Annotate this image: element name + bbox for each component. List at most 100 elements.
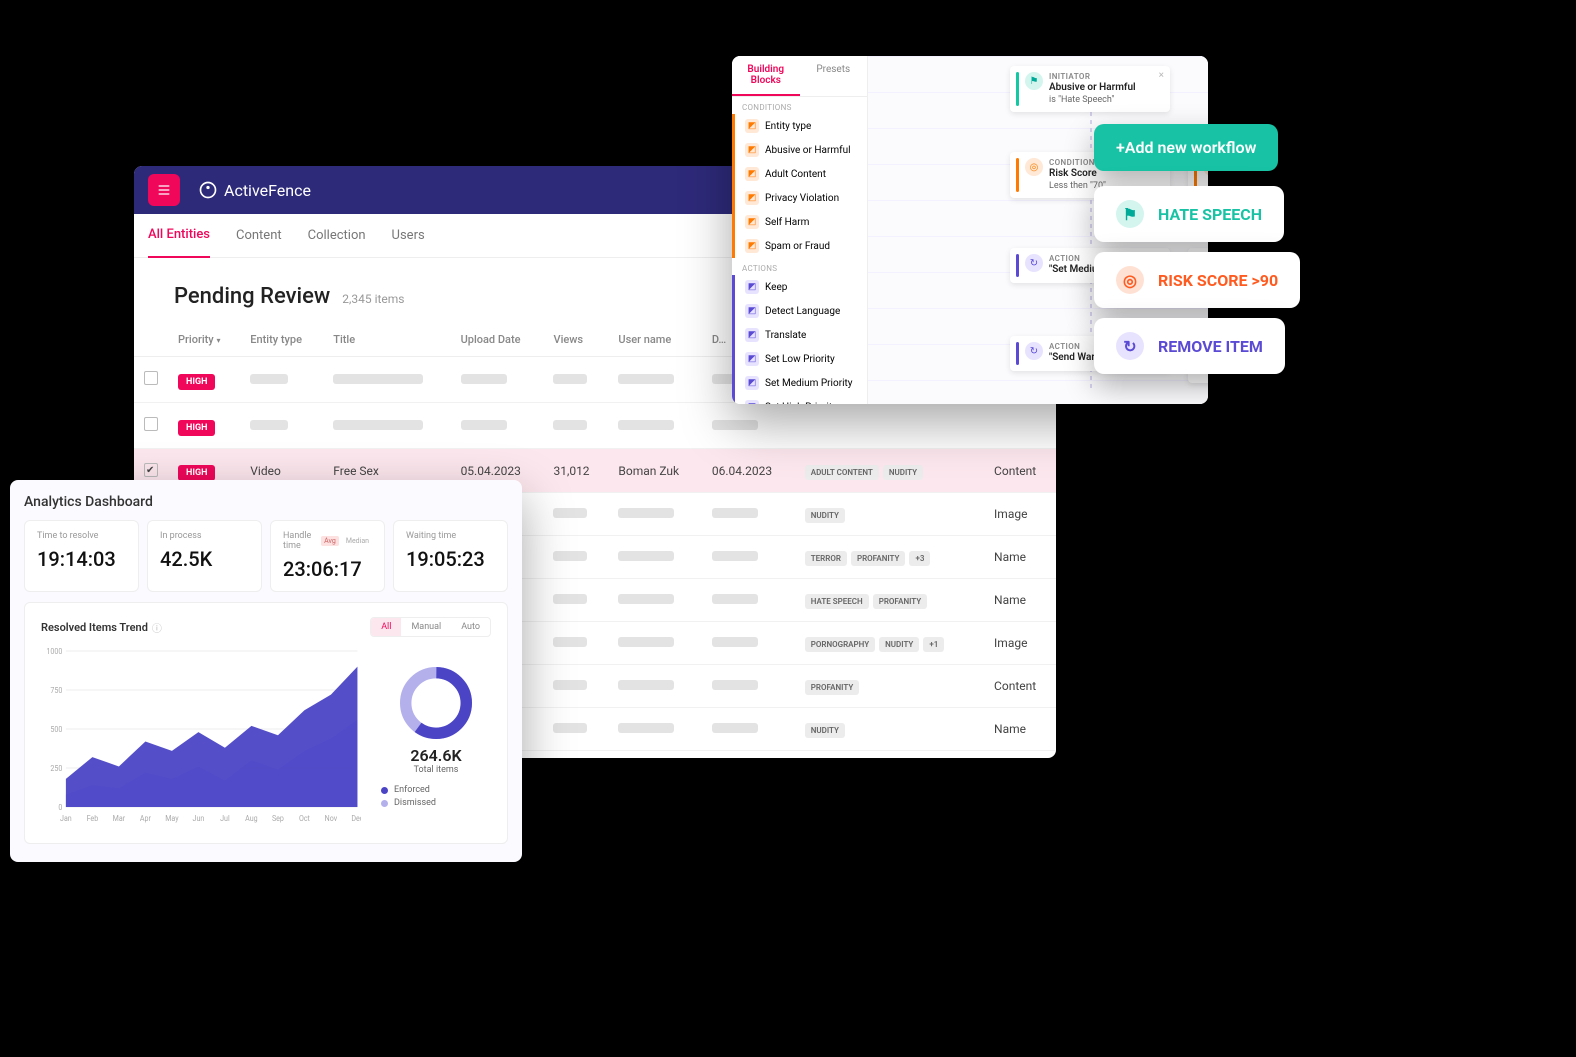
svg-text:Sep: Sep xyxy=(272,814,284,824)
brand-logo: ActiveFence xyxy=(198,180,311,200)
block-icon: ◩ xyxy=(745,304,759,318)
logo-icon xyxy=(198,180,218,200)
action-icon: ↻ xyxy=(1116,332,1144,360)
block-icon: ◩ xyxy=(745,376,759,390)
building-block[interactable]: ◩Adult Content xyxy=(732,162,867,186)
group-label: ACTIONS xyxy=(732,258,867,275)
area-chart: 02505007501000JanFebMarAprMayJunJulAugSe… xyxy=(41,645,361,829)
col-0[interactable] xyxy=(134,323,168,357)
building-block[interactable]: ◩Set Medium Priority xyxy=(732,371,867,395)
violation-tag: TERROR xyxy=(805,551,847,566)
building-block[interactable]: ◩Set High Priority xyxy=(732,395,867,404)
trend-title: Resolved Items Trend xyxy=(41,621,148,634)
row-checkbox[interactable] xyxy=(144,417,158,431)
svg-text:500: 500 xyxy=(50,725,62,735)
violation-tag: ADULT CONTENT xyxy=(805,465,879,480)
block-icon: ◩ xyxy=(745,167,759,181)
violation-tag: HATE SPEECH xyxy=(805,594,869,609)
svg-text:1000: 1000 xyxy=(46,647,62,657)
col-1[interactable]: Priority ▾ xyxy=(168,323,240,357)
col-4[interactable]: Upload Date xyxy=(451,323,544,357)
svg-text:Feb: Feb xyxy=(87,814,99,824)
group-label: CONDITIONS xyxy=(732,97,867,114)
page-title: Pending Review xyxy=(174,284,330,309)
building-block[interactable]: ◩Set Low Priority xyxy=(732,347,867,371)
tab-users[interactable]: Users xyxy=(392,214,425,257)
col-5[interactable]: Views xyxy=(543,323,608,357)
chip-risk-score[interactable]: ◎ RISK SCORE >90 xyxy=(1094,252,1300,308)
tab-all-entities[interactable]: All Entities xyxy=(148,213,210,258)
building-block[interactable]: ◩Privacy Violation xyxy=(732,186,867,210)
add-workflow-button[interactable]: +Add new workflow xyxy=(1094,124,1278,171)
svg-text:Oct: Oct xyxy=(299,814,310,824)
violation-tag: NUDITY xyxy=(879,637,919,652)
svg-text:Aug: Aug xyxy=(245,814,257,824)
segment-all[interactable]: All xyxy=(371,618,401,636)
priority-badge: HIGH xyxy=(178,465,215,481)
svg-text:May: May xyxy=(165,814,179,824)
segment-auto[interactable]: Auto xyxy=(451,618,490,636)
segment-manual[interactable]: Manual xyxy=(401,618,451,636)
node-icon: ◎ xyxy=(1025,158,1043,176)
building-block[interactable]: ◩Self Harm xyxy=(732,210,867,234)
info-icon[interactable]: ⓘ xyxy=(152,620,162,635)
block-icon: ◩ xyxy=(745,191,759,205)
col-3[interactable]: Title xyxy=(323,323,450,357)
hamburger-icon xyxy=(156,182,172,198)
donut-chart: 264.6K Total items EnforcedDismissed xyxy=(381,663,491,811)
building-block[interactable]: ◩Keep xyxy=(732,275,867,299)
svg-text:Jan: Jan xyxy=(60,814,72,824)
analytics-panel: Analytics Dashboard Time to resolve 19:1… xyxy=(10,480,522,862)
svg-text:Dec: Dec xyxy=(351,814,361,824)
svg-text:Jun: Jun xyxy=(193,814,205,824)
svg-text:Jul: Jul xyxy=(220,814,230,824)
col-6[interactable]: User name xyxy=(608,323,701,357)
block-icon: ◩ xyxy=(745,143,759,157)
row-checkbox[interactable] xyxy=(144,371,158,385)
block-icon: ◩ xyxy=(745,280,759,294)
svg-text:250: 250 xyxy=(50,764,62,774)
violation-tag: PORNOGRAPHY xyxy=(805,637,875,652)
violation-tag: NUDITY xyxy=(883,465,923,480)
target-icon: ◎ xyxy=(1116,266,1144,294)
building-block[interactable]: ◩Abusive or Harmful xyxy=(732,138,867,162)
block-icon: ◩ xyxy=(745,215,759,229)
wf-tab-presets[interactable]: Presets xyxy=(800,56,868,96)
menu-button[interactable] xyxy=(148,174,180,206)
building-block[interactable]: ◩Entity type xyxy=(732,114,867,138)
violation-tag: +1 xyxy=(923,637,944,652)
trend-card: Resolved Items Trend ⓘ AllManualAuto 0 25… xyxy=(24,602,508,844)
kpi-card: In process 42.5K xyxy=(147,520,262,592)
violation-tag: PROFANITY xyxy=(873,594,928,609)
node-icon: ↻ xyxy=(1025,342,1043,360)
wf-tab-blocks[interactable]: Building Blocks xyxy=(732,56,800,96)
col-2[interactable]: Entity type xyxy=(240,323,323,357)
tab-content[interactable]: Content xyxy=(236,214,282,257)
chip-hate-speech[interactable]: ⚑ HATE SPEECH xyxy=(1094,186,1284,242)
close-icon[interactable]: × xyxy=(1159,70,1164,81)
analytics-title: Analytics Dashboard xyxy=(24,494,508,510)
building-block[interactable]: ◩Translate xyxy=(732,323,867,347)
block-icon: ◩ xyxy=(745,239,759,253)
building-block[interactable]: ◩Detect Language xyxy=(732,299,867,323)
svg-text:750: 750 xyxy=(50,686,62,696)
priority-badge: HIGH xyxy=(178,420,215,436)
row-checkbox[interactable] xyxy=(144,463,158,477)
table-row[interactable]: HIGH xyxy=(134,403,1056,449)
svg-text:Nov: Nov xyxy=(325,814,338,824)
tab-collection[interactable]: Collection xyxy=(308,214,366,257)
chip-remove-item[interactable]: ↻ REMOVE ITEM xyxy=(1094,318,1285,374)
node-icon: ⚑ xyxy=(1025,72,1043,90)
svg-text:0: 0 xyxy=(58,803,62,813)
building-block[interactable]: ◩Spam or Fraud xyxy=(732,234,867,258)
violation-tag: PROFANITY xyxy=(805,680,860,695)
trend-segments: AllManualAuto xyxy=(370,617,491,637)
violation-tag: NUDITY xyxy=(805,723,845,738)
priority-badge: HIGH xyxy=(178,374,215,390)
violation-tag: NUDITY xyxy=(805,508,845,523)
item-count: 2,345 items xyxy=(342,292,404,306)
block-icon: ◩ xyxy=(745,119,759,133)
workflow-node[interactable]: ⚑ INITIATORAbusive or Harmfulis "Hate Sp… xyxy=(1010,66,1170,112)
donut-value: 264.6K xyxy=(381,746,491,765)
block-icon: ◩ xyxy=(745,400,759,404)
